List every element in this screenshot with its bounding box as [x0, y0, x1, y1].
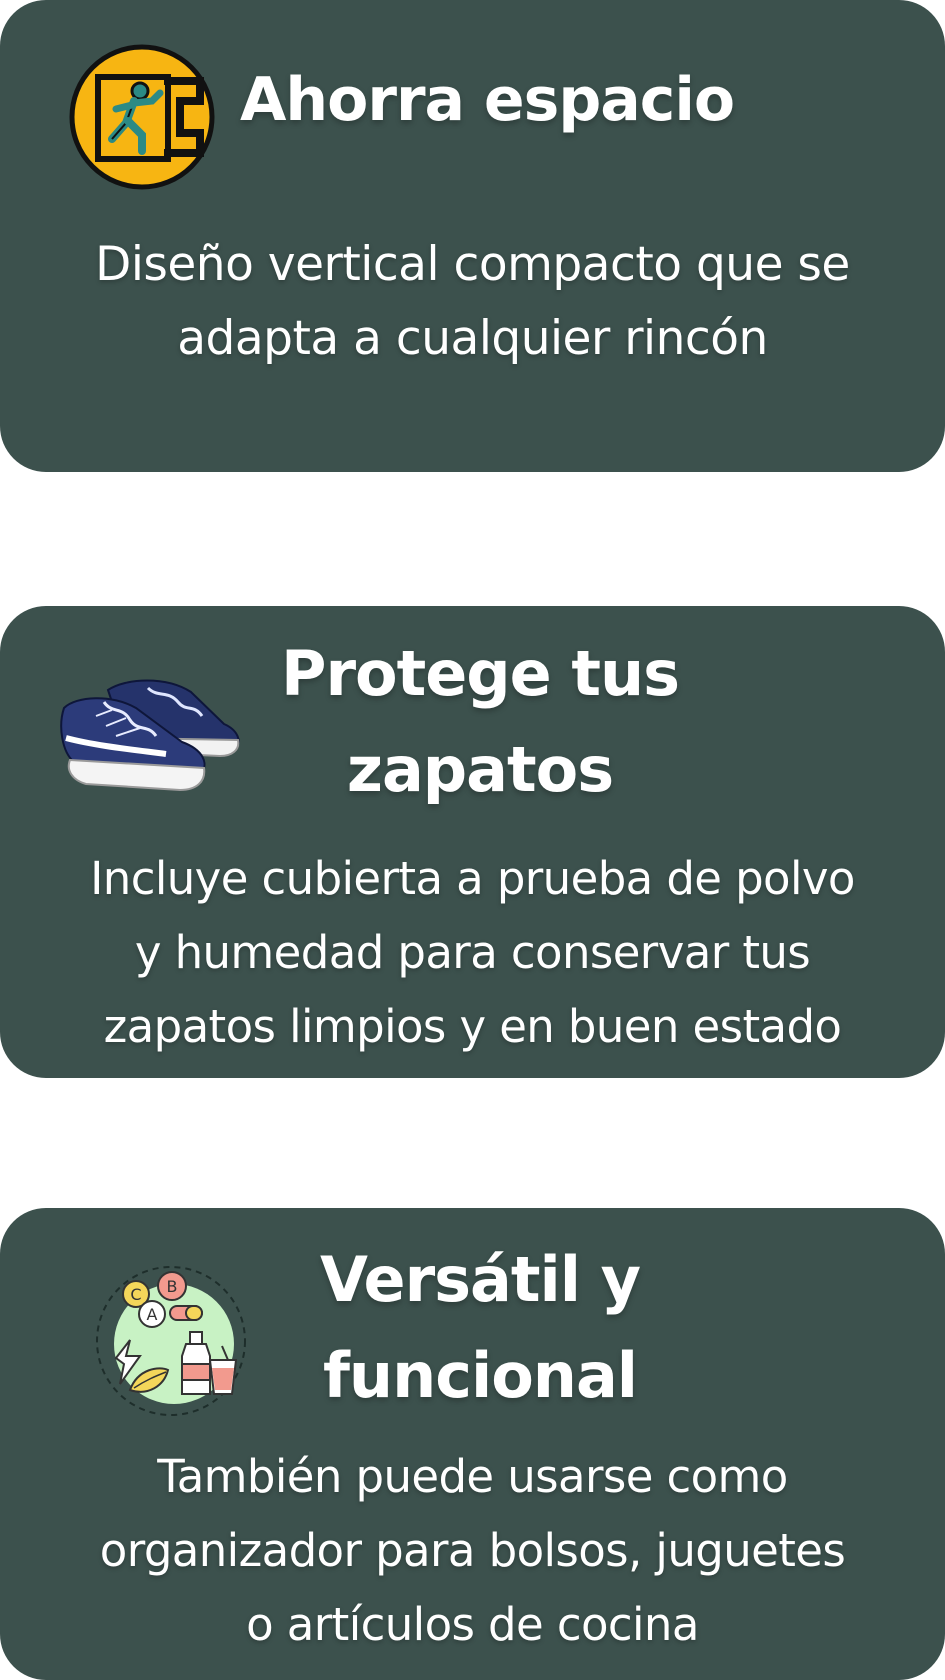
vitamin-b-letter: B — [167, 1277, 178, 1296]
card-title: Ahorra espacio — [240, 65, 735, 135]
description-line: adapta a cualquier rincón — [177, 311, 768, 366]
vitamin-c-letter: C — [130, 1285, 141, 1304]
card-title: Protege tus zapatos — [230, 626, 730, 818]
description-line: zapatos limpios y en buen estado — [103, 1000, 842, 1053]
description-line: o artículos de cocina — [246, 1598, 699, 1651]
description-line: Diseño vertical compacto que se — [95, 237, 850, 292]
nutrition-vitamins-icon: C B A — [90, 1260, 252, 1422]
description-line: organizador para bolsos, juguetes — [99, 1524, 846, 1577]
vitamin-a-letter: A — [147, 1305, 158, 1324]
title-line: Versátil y — [319, 1243, 641, 1316]
card-title: Versátil y funcional — [250, 1232, 710, 1424]
feature-card-save-space: Ahorra espacio Diseño vertical compacto … — [0, 0, 945, 472]
card-description: También puede usarse como organizador pa… — [0, 1440, 945, 1662]
card-description: Diseño vertical compacto que se adapta a… — [0, 228, 945, 376]
description-line: También puede usarse como — [157, 1450, 788, 1503]
title-line: funcional — [322, 1339, 638, 1412]
emergency-exit-icon — [68, 43, 216, 191]
title-line: zapatos — [346, 733, 614, 806]
description-line: Incluye cubierta a prueba de polvo — [90, 852, 855, 905]
title-line: Protege tus — [281, 637, 680, 710]
feature-card-protect-shoes: Protege tus zapatos Incluye cubierta a p… — [0, 606, 945, 1078]
card-description: Incluye cubierta a prueba de polvo y hum… — [0, 842, 945, 1064]
feature-card-versatile: C B A Versátil y funcional También puede… — [0, 1208, 945, 1680]
description-line: y humedad para conservar tus — [134, 926, 811, 979]
sneakers-icon — [56, 668, 252, 808]
